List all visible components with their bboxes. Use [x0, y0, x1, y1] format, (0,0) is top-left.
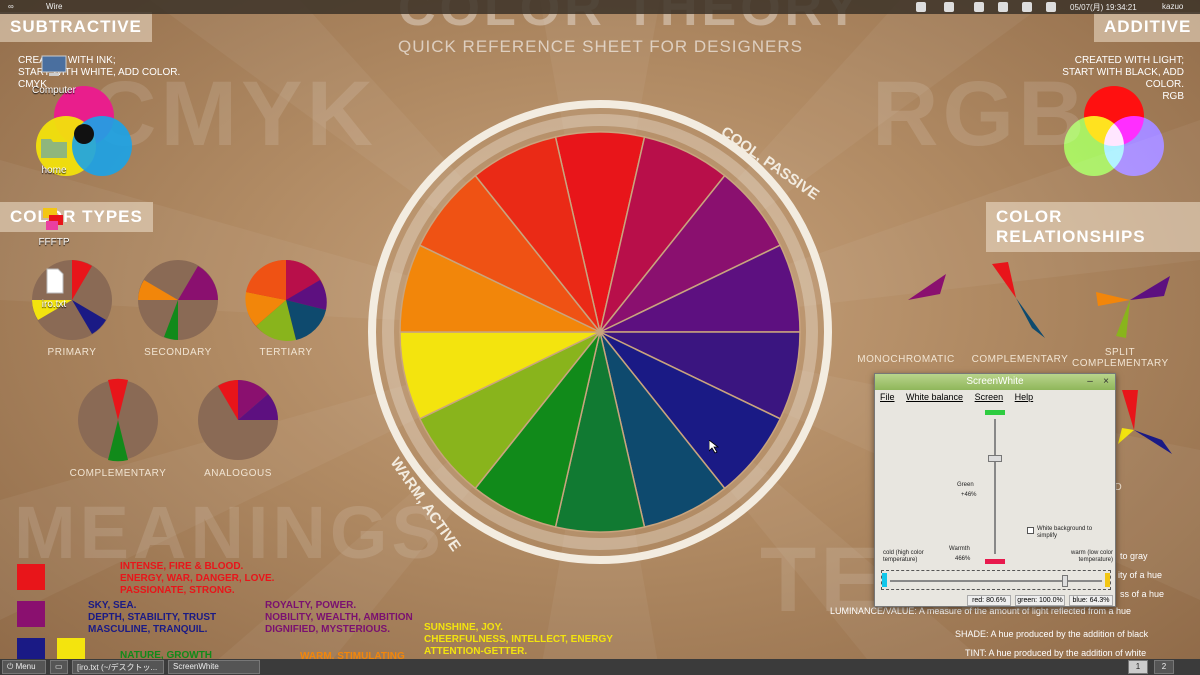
warm-color-marker	[1105, 573, 1110, 587]
green-percent: +46%	[961, 492, 977, 498]
swatch-red	[17, 564, 45, 590]
window-titlebar[interactable]: ScreenWhite – ×	[875, 374, 1115, 390]
workspace-1[interactable]: 1	[1128, 660, 1148, 674]
mouse-cursor-icon	[709, 440, 719, 454]
meaning-yellow: SUNSHINE, JOY. CHEERFULNESS, INTELLECT, E…	[424, 622, 613, 657]
tray-mail-icon[interactable]	[1046, 2, 1056, 12]
meaning-red: INTENSE, FIRE & BLOOD. ENERGY, WAR, DANGE…	[120, 561, 275, 596]
tray-network-icon[interactable]	[916, 2, 926, 12]
green-label: Green	[957, 482, 974, 488]
minimize-button[interactable]: –	[1083, 375, 1097, 389]
rgb-venn-diagram	[1064, 86, 1164, 176]
menu-white-balance[interactable]: White balance	[906, 392, 963, 402]
desktop-icon-computer[interactable]: Computer	[22, 54, 86, 96]
cold-label: cold (high color temperature)	[883, 550, 924, 563]
subtitle: QUICK REFERENCE SHEET FOR DESIGNERS	[398, 37, 803, 56]
warmth-slider-thumb[interactable]	[1062, 575, 1068, 587]
window-menubar: File White balance Screen Help	[875, 390, 1115, 404]
menu-file[interactable]: File	[880, 392, 895, 402]
warm-label: warm (low color temperature)	[1070, 550, 1113, 563]
status-green: green: 100.0%	[1015, 595, 1065, 606]
desktop-icon-iro-txt[interactable]: iro.txt	[22, 268, 86, 310]
secondary-wheel	[138, 260, 218, 340]
menu-screen[interactable]: Screen	[975, 392, 1004, 402]
green-slider-track[interactable]	[994, 419, 996, 554]
panel-user[interactable]: kazuo	[1162, 2, 1183, 11]
cold-color-marker	[882, 573, 887, 587]
green-slider-thumb[interactable]	[988, 455, 1002, 462]
term-line-3: ss of a hue	[1120, 589, 1165, 599]
desktop-icon-home[interactable]: home	[22, 134, 86, 176]
warmth-slider-frame	[881, 570, 1111, 590]
tray-volume-icon[interactable]	[1022, 2, 1032, 12]
term-tint: TINT: A hue produced by the addition of …	[965, 648, 1147, 658]
monochromatic-diagram	[908, 274, 946, 300]
tray-keyboard-icon[interactable]	[974, 2, 984, 12]
task-screenwhite[interactable]: ScreenWhite	[168, 660, 260, 674]
main-color-wheel: COOL, PASSIVE WARM, ACTIVE	[368, 100, 832, 564]
green-indicator	[985, 410, 1005, 415]
menu-help[interactable]: Help	[1015, 392, 1034, 402]
subtractive-tag: SUBTRACTIVE	[0, 12, 152, 42]
menu-icon: ⏻	[7, 662, 16, 671]
close-button[interactable]: ×	[1099, 375, 1113, 389]
panel-window-wire[interactable]: Wire	[46, 2, 62, 11]
workspace-2[interactable]: 2	[1154, 660, 1174, 674]
panel-clock[interactable]: 05/07(月) 19:34:21	[1070, 2, 1137, 13]
menu-button[interactable]: ⏻ Menu	[2, 660, 46, 674]
caption-monochromatic: MONOCHROMATIC	[857, 354, 955, 365]
meaning-purple: ROYALTY, POWER. NOBILITY, WEALTH, AMBITIO…	[265, 600, 413, 635]
caption-complementary: COMPLEMENTARY	[69, 468, 167, 479]
task-iro-txt[interactable]: [iro.txt (~/デスクトッ...	[72, 660, 164, 674]
status-blue: blue: 64.3%	[1069, 595, 1113, 606]
meaning-blue: SKY, SEA. DEPTH, STABILITY, TRUST MASCULIN…	[88, 600, 217, 635]
color-relationships-tag: COLOR RELATIONSHIPS	[986, 202, 1200, 252]
desktop-icon-ffftp[interactable]: FFFTP	[22, 206, 86, 248]
show-desktop-button[interactable]: ▭	[50, 660, 68, 674]
warmth-label: Warmth	[949, 546, 970, 552]
complementary-diagram	[1016, 298, 1045, 338]
warmth-slider-track[interactable]	[890, 580, 1102, 582]
tertiary-wheel	[245, 259, 327, 341]
folder-icon	[41, 139, 67, 158]
complementary-wheel	[78, 378, 158, 462]
checkbox-label: White background to simplify	[1037, 526, 1093, 539]
panel-logo[interactable]: ∞	[8, 2, 14, 11]
swatch-purple	[17, 601, 45, 627]
analogous-wheel	[198, 380, 278, 460]
desktop-icon: ▭	[55, 662, 63, 671]
status-red: red: 80.6%	[967, 595, 1011, 606]
ffftp-icon	[43, 208, 63, 230]
caption-tertiary: TERTIARY	[259, 347, 313, 358]
term-line-2: ity of a hue	[1118, 570, 1163, 580]
additive-tag: ADDITIVE	[1094, 12, 1200, 42]
warmth-value: 466%	[955, 556, 971, 562]
caption-analogous: ANALOGOUS	[204, 468, 272, 479]
caption-secondary: SECONDARY	[144, 347, 212, 358]
white-background-checkbox[interactable]	[1027, 527, 1034, 534]
split-complementary-diagram	[1116, 300, 1130, 338]
caption-split-complementary: SPLIT COMPLEMENTARY	[1072, 347, 1169, 369]
top-panel: ∞ Wire 05/07(月) 19:34:21 kazuo	[0, 0, 1200, 14]
computer-icon	[41, 55, 67, 76]
caption-rel-complementary: COMPLEMENTARY	[971, 354, 1069, 365]
window-title: ScreenWhite	[966, 376, 1024, 387]
bottom-taskbar: ⏻ Menu ▭ [iro.txt (~/デスクトッ... ScreenWhit…	[0, 659, 1200, 675]
tray-display-icon[interactable]	[998, 2, 1008, 12]
triad-diagram	[1118, 428, 1134, 444]
term-shade: SHADE: A hue produced by the addition of…	[955, 629, 1149, 639]
term-line-1: to gray	[1120, 551, 1148, 561]
red-indicator	[985, 559, 1005, 564]
text-file-icon	[46, 268, 64, 294]
caption-primary: PRIMARY	[47, 347, 97, 358]
screenwhite-window: ScreenWhite – × File White balance Scree…	[874, 373, 1116, 607]
tray-shield-icon[interactable]	[944, 2, 954, 12]
